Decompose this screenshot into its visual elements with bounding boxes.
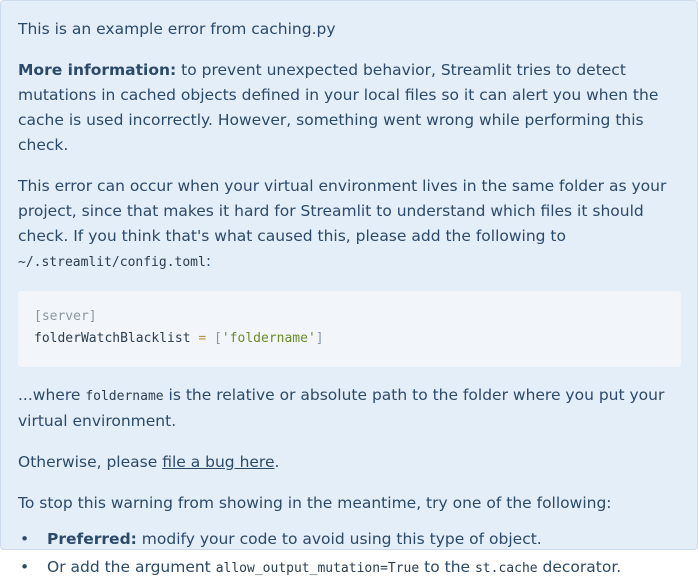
where-paragraph: ...where foldername is the relative or a…	[18, 383, 681, 434]
second-mid: to the	[419, 558, 475, 576]
list-item: • Preferred: modify your code to avoid us…	[20, 527, 681, 552]
preferred-label: Preferred:	[47, 530, 137, 548]
code-line-1: [server]	[34, 306, 665, 328]
alert-intro: This is an example error from caching.py	[18, 20, 336, 38]
mutation-arg-code: allow_output_mutation=True	[215, 561, 420, 576]
cause-suffix: :	[205, 252, 212, 270]
code-key: folderWatchBlacklist	[34, 331, 199, 346]
config-path: ~/.streamlit/config.toml	[18, 255, 206, 270]
second-suffix: decorator.	[537, 558, 622, 576]
otherwise-suffix: .	[274, 453, 280, 471]
preferred-text: modify your code to avoid using this typ…	[136, 530, 542, 548]
info-alert: This is an example error from caching.py…	[0, 0, 698, 576]
bullet-icon: •	[20, 530, 30, 548]
options-list: • Preferred: modify your code to avoid us…	[18, 527, 681, 581]
second-prefix: Or add the argument	[47, 558, 216, 576]
stop-paragraph: To stop this warning from showing in the…	[18, 494, 612, 512]
cause-paragraph: This error can occur when your virtual e…	[18, 174, 681, 275]
where-prefix: ...where	[18, 386, 86, 404]
config-code-block[interactable]: [server] folderWatchBlacklist = ['folder…	[18, 291, 681, 367]
code-bracket: ]	[88, 309, 97, 324]
otherwise-paragraph: Otherwise, please file a bug here.	[18, 450, 681, 475]
otherwise-prefix: Otherwise, please	[18, 453, 163, 471]
code-line-2: folderWatchBlacklist = ['foldername']	[34, 328, 665, 350]
st-cache-code: st.cache	[474, 561, 538, 576]
file-bug-link[interactable]: file a bug here	[162, 453, 274, 471]
code-bracket: [	[214, 331, 222, 346]
code-section-name: server	[41, 309, 89, 324]
foldername-code: foldername	[85, 389, 164, 404]
cause-text: This error can occur when your virtual e…	[18, 177, 667, 245]
code-bracket: ]	[315, 331, 324, 346]
more-info-paragraph: More information: to prevent unexpected …	[18, 58, 681, 158]
list-item: • Or add the argument allow_output_mutati…	[20, 555, 681, 581]
bullet-icon: •	[20, 558, 30, 576]
more-info-label: More information:	[18, 61, 177, 79]
code-string: 'foldername'	[221, 331, 316, 346]
code-bracket: [	[34, 309, 42, 324]
